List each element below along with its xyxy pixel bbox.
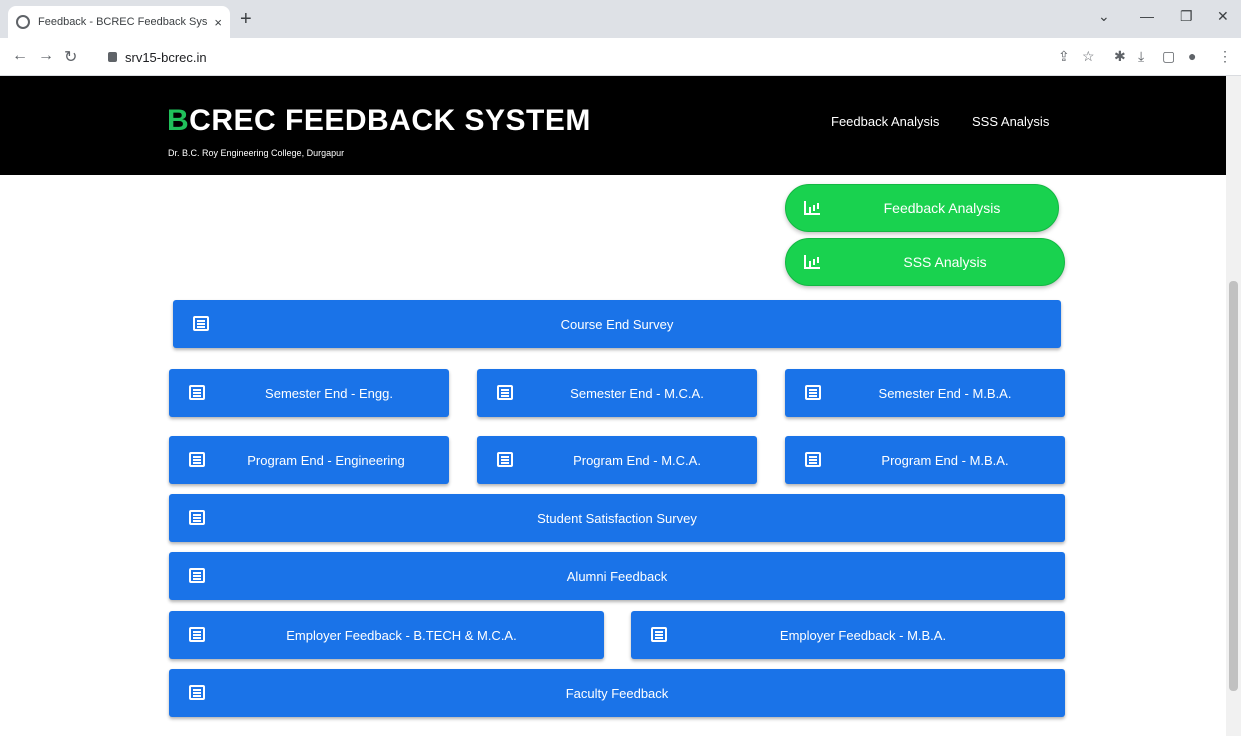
bar-chart-icon bbox=[804, 201, 820, 215]
profile-icon[interactable]: ● bbox=[1188, 48, 1196, 64]
semester-end-mba-label: Semester End - M.B.A. bbox=[878, 385, 1012, 401]
list-icon bbox=[189, 510, 205, 525]
restore-icon[interactable]: ❐ bbox=[1180, 8, 1193, 25]
tab-search-icon[interactable]: ⌄ bbox=[1098, 8, 1110, 25]
brand-rest: CREC FEEDBACK SYSTEM bbox=[189, 104, 591, 137]
site-title[interactable]: BCREC FEEDBACK SYSTEM bbox=[167, 104, 591, 138]
alumni-feedback-button[interactable]: Alumni Feedback bbox=[169, 552, 1065, 600]
semester-end-mca-label: Semester End - M.C.A. bbox=[570, 385, 704, 401]
share-icon[interactable]: ⇪ bbox=[1058, 48, 1070, 65]
back-icon[interactable]: ← bbox=[12, 47, 28, 65]
program-end-mba-label: Program End - M.B.A. bbox=[881, 452, 1009, 468]
lock-icon bbox=[108, 52, 117, 62]
course-end-survey-button[interactable]: Course End Survey bbox=[173, 300, 1061, 348]
sss-analysis-label: SSS Analysis bbox=[903, 254, 987, 270]
extensions-icon[interactable]: ✱ bbox=[1114, 48, 1126, 65]
semester-end-mca-button[interactable]: Semester End - M.C.A. bbox=[477, 369, 757, 417]
list-icon bbox=[805, 385, 821, 400]
faculty-feedback-button[interactable]: Faculty Feedback bbox=[169, 669, 1065, 717]
tab-title: Feedback - BCREC Feedback Sys bbox=[38, 16, 208, 28]
page-scrollbar[interactable] bbox=[1226, 76, 1241, 736]
reload-icon[interactable]: ↻ bbox=[64, 47, 77, 67]
address-bar[interactable]: srv15-bcrec.in bbox=[108, 44, 1128, 70]
list-icon bbox=[497, 385, 513, 400]
site-subtitle: Dr. B.C. Roy Engineering College, Durgap… bbox=[168, 148, 345, 158]
employer-feedback-mba-button[interactable]: Employer Feedback - M.B.A. bbox=[631, 611, 1065, 659]
url-text: srv15-bcrec.in bbox=[125, 49, 207, 65]
list-icon bbox=[805, 452, 821, 467]
program-end-mca-label: Program End - M.C.A. bbox=[573, 452, 701, 468]
menu-icon[interactable]: ⋮ bbox=[1218, 48, 1232, 65]
nav-feedback-analysis[interactable]: Feedback Analysis bbox=[831, 114, 939, 129]
tab-close-icon[interactable]: × bbox=[214, 15, 222, 30]
faculty-feedback-label: Faculty Feedback bbox=[565, 685, 669, 701]
employer-feedback-btech-mca-button[interactable]: Employer Feedback - B.TECH & M.C.A. bbox=[169, 611, 604, 659]
globe-icon bbox=[16, 15, 30, 29]
list-icon bbox=[189, 385, 205, 400]
program-end-engineering-button[interactable]: Program End - Engineering bbox=[169, 436, 449, 484]
browser-toolbar: ← → ↻ srv15-bcrec.in ⇪ ☆ ✱ ⤓ ▢ ● ⋮ bbox=[0, 38, 1241, 76]
list-icon bbox=[189, 452, 205, 467]
feedback-analysis-label: Feedback Analysis bbox=[883, 200, 1001, 216]
browser-tab-strip: Feedback - BCREC Feedback Sys × + ⌄ — ❐ … bbox=[0, 0, 1241, 38]
list-icon bbox=[497, 452, 513, 467]
nav-sss-analysis[interactable]: SSS Analysis bbox=[972, 114, 1049, 129]
download-icon[interactable]: ⤓ bbox=[1138, 48, 1144, 65]
course-end-survey-label: Course End Survey bbox=[560, 316, 674, 332]
brand-initial: B bbox=[167, 104, 190, 137]
forward-icon[interactable]: → bbox=[38, 47, 54, 65]
list-icon bbox=[651, 627, 667, 642]
side-panel-icon[interactable]: ▢ bbox=[1162, 48, 1175, 65]
program-end-mba-button[interactable]: Program End - M.B.A. bbox=[785, 436, 1065, 484]
list-icon bbox=[189, 568, 205, 583]
scrollbar-thumb[interactable] bbox=[1229, 281, 1238, 691]
feedback-analysis-button[interactable]: Feedback Analysis bbox=[785, 184, 1059, 232]
site-header: BCREC FEEDBACK SYSTEM Dr. B.C. Roy Engin… bbox=[0, 76, 1226, 175]
alumni-feedback-label: Alumni Feedback bbox=[566, 568, 668, 584]
minimize-icon[interactable]: — bbox=[1140, 8, 1154, 24]
semester-end-engg-label: Semester End - Engg. bbox=[265, 385, 393, 401]
list-icon bbox=[189, 627, 205, 642]
employer-feedback-mba-label: Employer Feedback - M.B.A. bbox=[779, 627, 947, 643]
bar-chart-icon bbox=[804, 255, 820, 269]
close-window-icon[interactable]: ✕ bbox=[1217, 8, 1229, 25]
program-end-mca-button[interactable]: Program End - M.C.A. bbox=[477, 436, 757, 484]
semester-end-engg-button[interactable]: Semester End - Engg. bbox=[169, 369, 449, 417]
student-satisfaction-survey-button[interactable]: Student Satisfaction Survey bbox=[169, 494, 1065, 542]
employer-feedback-btech-mca-label: Employer Feedback - B.TECH & M.C.A. bbox=[286, 627, 517, 643]
sss-analysis-button[interactable]: SSS Analysis bbox=[785, 238, 1065, 286]
bookmark-star-icon[interactable]: ☆ bbox=[1082, 48, 1095, 65]
program-end-engineering-label: Program End - Engineering bbox=[247, 452, 405, 468]
list-icon bbox=[189, 685, 205, 700]
semester-end-mba-button[interactable]: Semester End - M.B.A. bbox=[785, 369, 1065, 417]
browser-tab[interactable]: Feedback - BCREC Feedback Sys × bbox=[8, 6, 230, 38]
student-satisfaction-survey-label: Student Satisfaction Survey bbox=[537, 510, 697, 526]
new-tab-button[interactable]: + bbox=[240, 8, 252, 31]
list-icon bbox=[193, 316, 209, 331]
